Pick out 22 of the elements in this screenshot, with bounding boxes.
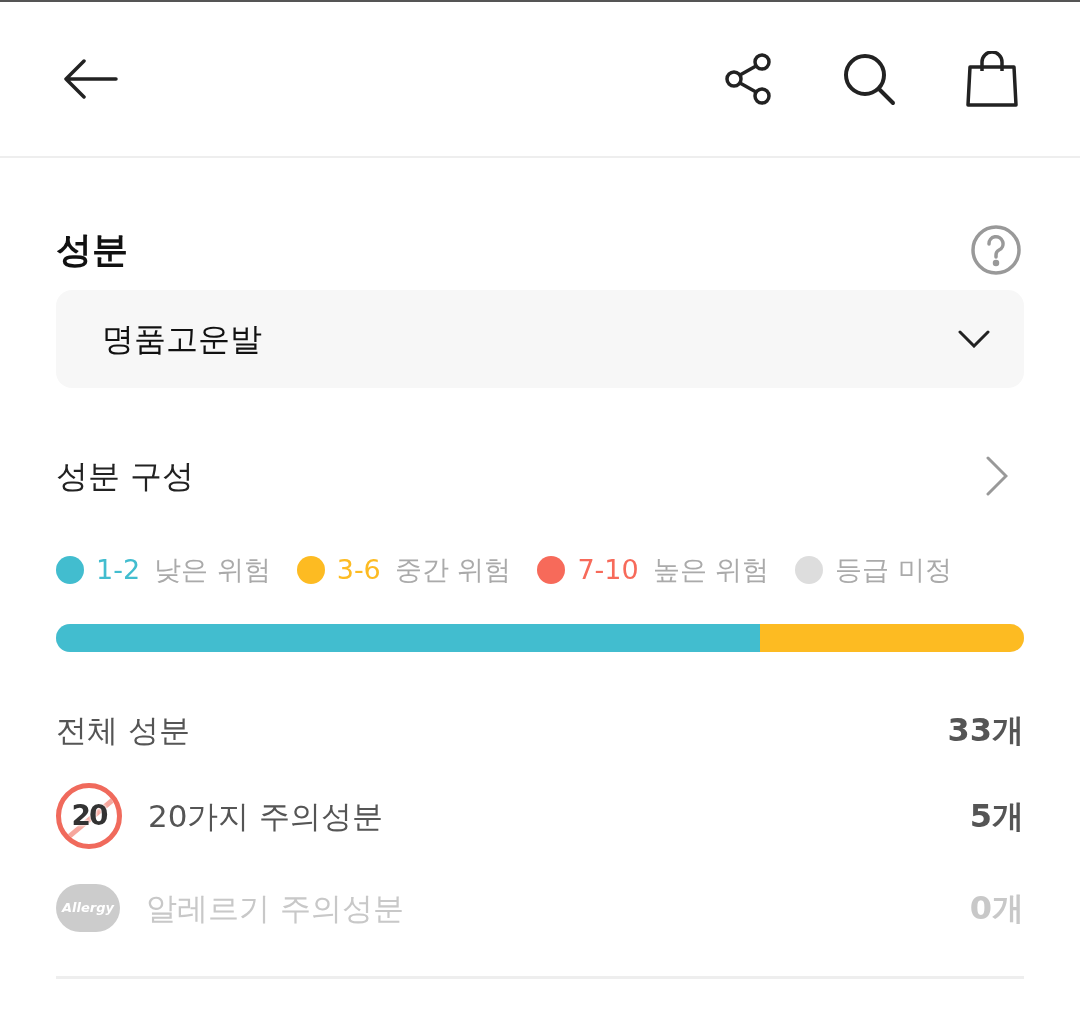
shopping-bag-icon[interactable] bbox=[966, 51, 1018, 107]
help-icon[interactable] bbox=[970, 224, 1022, 276]
legend-range: 1-2 bbox=[96, 552, 141, 587]
legend-label: 중간 위험 bbox=[394, 552, 512, 587]
legend-label: 등급 미정 bbox=[835, 552, 952, 587]
search-icon[interactable] bbox=[842, 52, 896, 106]
no-twenty-icon: 20 bbox=[56, 783, 122, 849]
legend-range: 7-10 bbox=[577, 552, 639, 587]
legend-label: 낮은 위험 bbox=[154, 552, 271, 587]
composition-link[interactable]: 성분 구성 bbox=[56, 438, 1024, 514]
chevron-right-icon bbox=[986, 456, 1008, 496]
summary-count: 33개 bbox=[947, 710, 1024, 751]
share-icon[interactable] bbox=[724, 53, 772, 105]
legend-range: 3-6 bbox=[336, 552, 381, 587]
back-icon[interactable] bbox=[62, 59, 118, 99]
summary-label: 전체 성분 bbox=[56, 710, 190, 750]
legend-label: 높은 위험 bbox=[652, 552, 770, 587]
section-title: 성분 bbox=[56, 228, 128, 272]
summary-label: 20가지 주의성분 bbox=[148, 796, 384, 836]
summary-count: 5개 bbox=[969, 796, 1024, 837]
chevron-down-icon bbox=[958, 330, 990, 348]
product-dropdown[interactable]: 명품고운발 bbox=[56, 290, 1024, 388]
